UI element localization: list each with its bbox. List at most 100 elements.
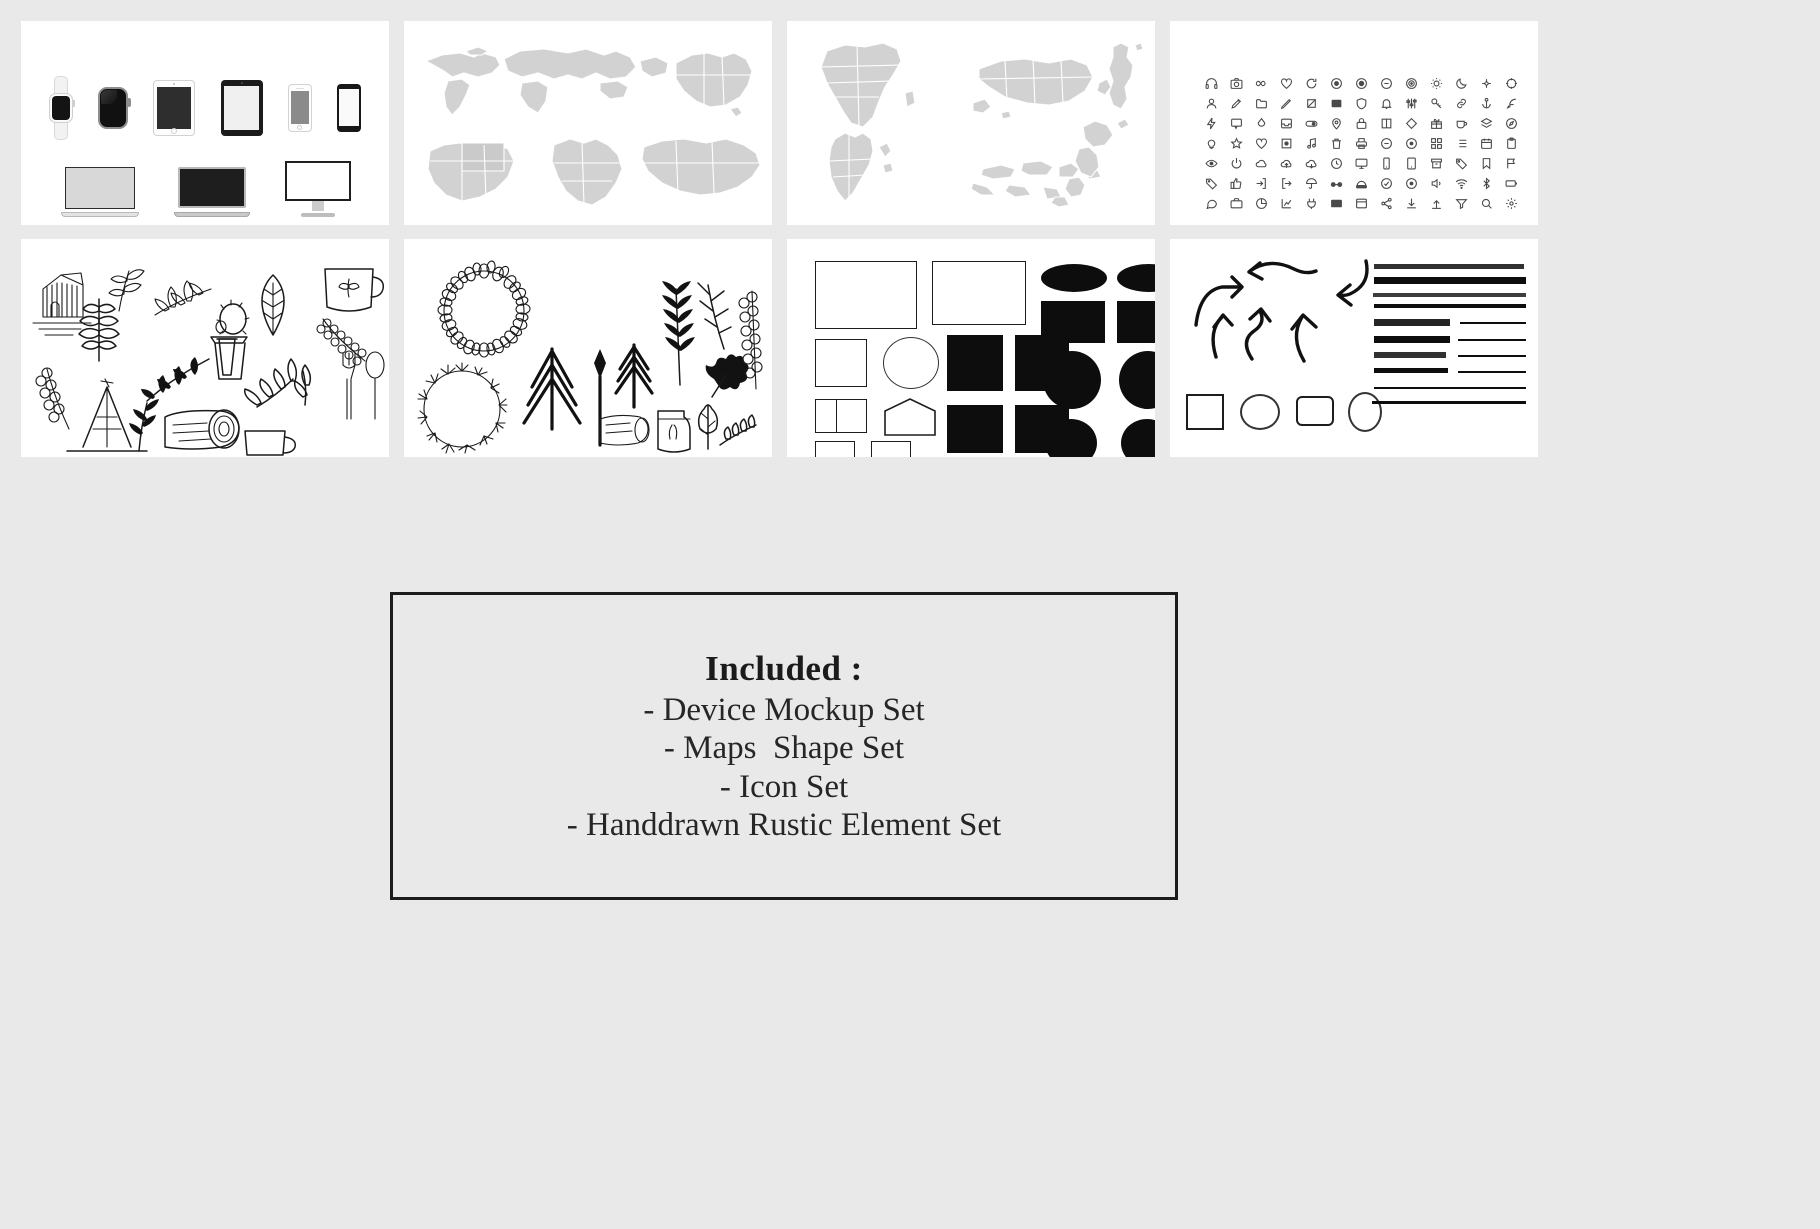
- gift-icon[interactable]: [1430, 117, 1443, 130]
- heart-icon[interactable]: [1280, 77, 1293, 90]
- refresh-icon[interactable]: [1305, 77, 1318, 90]
- droplet-icon[interactable]: [1255, 117, 1268, 130]
- clock-icon[interactable]: [1330, 157, 1343, 170]
- thumbnail-handdrawn-wreaths-trees[interactable]: [404, 239, 772, 457]
- chat-bubble-icon[interactable]: [1205, 197, 1218, 210]
- briefcase-icon[interactable]: [1230, 197, 1243, 210]
- headphones-icon[interactable]: [1205, 77, 1218, 90]
- toggle-icon[interactable]: [1305, 117, 1318, 130]
- layers-icon[interactable]: [1480, 117, 1493, 130]
- thumbnail-maps-shape-set-1[interactable]: [404, 21, 772, 225]
- check-circle-icon[interactable]: [1380, 177, 1393, 190]
- compass-icon[interactable]: [1505, 117, 1518, 130]
- thumbnail-shape-frame-set[interactable]: [787, 239, 1155, 457]
- bulb-icon[interactable]: [1205, 137, 1218, 150]
- download-icon[interactable]: [1405, 197, 1418, 210]
- user-icon[interactable]: [1205, 97, 1218, 110]
- infinity-icon[interactable]: [1255, 77, 1268, 90]
- photo-icon[interactable]: [1280, 137, 1293, 150]
- filter-icon[interactable]: [1455, 197, 1468, 210]
- image-icon[interactable]: [1330, 97, 1343, 110]
- upload-icon[interactable]: [1430, 197, 1443, 210]
- price-tag-icon[interactable]: [1205, 177, 1218, 190]
- logout-icon[interactable]: [1280, 177, 1293, 190]
- graph-icon[interactable]: [1280, 197, 1293, 210]
- power-icon[interactable]: [1230, 157, 1243, 170]
- bluetooth-icon[interactable]: [1480, 176, 1493, 190]
- map-pin-icon[interactable]: [1330, 117, 1343, 130]
- plug-icon[interactable]: [1305, 197, 1318, 210]
- coffee-icon[interactable]: [1455, 117, 1468, 130]
- sliders-icon[interactable]: [1405, 97, 1418, 110]
- book-icon[interactable]: [1380, 117, 1393, 130]
- login-icon[interactable]: [1255, 177, 1268, 190]
- mail-icon[interactable]: [1330, 197, 1343, 210]
- printer-icon[interactable]: [1355, 137, 1368, 150]
- clipboard-icon[interactable]: [1505, 137, 1518, 150]
- target-icon[interactable]: [1405, 77, 1418, 90]
- thumbnail-icon-set[interactable]: [1170, 21, 1538, 225]
- star-icon[interactable]: [1230, 136, 1243, 150]
- settings-icon[interactable]: [1505, 197, 1518, 210]
- music-icon[interactable]: [1305, 137, 1318, 150]
- cloud-icon[interactable]: [1255, 157, 1268, 170]
- thumbs-up-icon[interactable]: [1230, 177, 1243, 190]
- calendar-icon[interactable]: [1480, 137, 1493, 150]
- folder-icon[interactable]: [1255, 97, 1268, 110]
- crop-icon[interactable]: [1305, 97, 1318, 110]
- thumbnail-handdrawn-rustic-elements[interactable]: [21, 239, 389, 457]
- thumbnail-arrow-brushstroke-set[interactable]: [1170, 239, 1538, 457]
- love-icon[interactable]: [1255, 137, 1268, 150]
- glasses-icon[interactable]: [1330, 177, 1343, 190]
- pen-icon[interactable]: [1280, 97, 1293, 110]
- volume-icon[interactable]: [1430, 177, 1443, 190]
- moon-icon[interactable]: [1455, 77, 1468, 90]
- pie-chart-icon[interactable]: [1255, 197, 1268, 210]
- grid-icon[interactable]: [1430, 137, 1443, 150]
- mobile-icon[interactable]: [1380, 157, 1393, 170]
- helmet-icon[interactable]: [1355, 177, 1368, 190]
- pencil-icon[interactable]: [1230, 97, 1243, 110]
- window-icon[interactable]: [1355, 197, 1368, 210]
- key-icon[interactable]: [1430, 97, 1443, 110]
- monitor-icon[interactable]: [1355, 157, 1368, 170]
- bell-icon[interactable]: [1380, 97, 1393, 110]
- archive-icon[interactable]: [1430, 157, 1443, 170]
- feather-icon[interactable]: [1505, 97, 1518, 110]
- disc-icon[interactable]: [1355, 77, 1368, 90]
- play-circle-icon[interactable]: [1405, 177, 1418, 190]
- sun-icon[interactable]: [1430, 77, 1443, 90]
- inbox-icon[interactable]: [1280, 117, 1293, 130]
- search-icon[interactable]: [1480, 197, 1493, 210]
- thumbnail-device-mockup-set[interactable]: [21, 21, 389, 225]
- circle-minus-icon[interactable]: [1380, 77, 1393, 90]
- tag-icon[interactable]: [1455, 157, 1468, 170]
- shield-icon[interactable]: [1355, 97, 1368, 110]
- battery-icon[interactable]: [1505, 177, 1518, 190]
- flag-icon[interactable]: [1505, 157, 1518, 170]
- share-icon[interactable]: [1380, 197, 1393, 210]
- list-icon[interactable]: [1455, 137, 1468, 150]
- minus-circle-icon[interactable]: [1380, 137, 1393, 150]
- link-icon[interactable]: [1455, 97, 1468, 110]
- dot-circle-icon[interactable]: [1405, 137, 1418, 150]
- cloud-download-icon[interactable]: [1305, 157, 1318, 170]
- flash-icon[interactable]: [1205, 117, 1218, 130]
- anchor-icon[interactable]: [1480, 97, 1493, 110]
- outline-square-sketch: [1186, 394, 1224, 430]
- bookmark-icon[interactable]: [1480, 157, 1493, 170]
- wifi-icon[interactable]: [1455, 177, 1468, 190]
- cloud-upload-icon[interactable]: [1280, 157, 1293, 170]
- trash-icon[interactable]: [1330, 137, 1343, 150]
- crosshair-icon[interactable]: [1505, 77, 1518, 90]
- eye-icon[interactable]: [1205, 157, 1218, 170]
- record-icon[interactable]: [1330, 77, 1343, 90]
- flower-icon[interactable]: [1480, 77, 1493, 90]
- tablet-icon[interactable]: [1405, 157, 1418, 170]
- umbrella-icon[interactable]: [1305, 177, 1318, 190]
- camera-icon[interactable]: [1230, 77, 1243, 90]
- chat-icon[interactable]: [1230, 117, 1243, 130]
- thumbnail-maps-shape-set-2[interactable]: [787, 21, 1155, 225]
- diamond-icon[interactable]: [1405, 117, 1418, 130]
- lock-icon[interactable]: [1355, 117, 1368, 130]
